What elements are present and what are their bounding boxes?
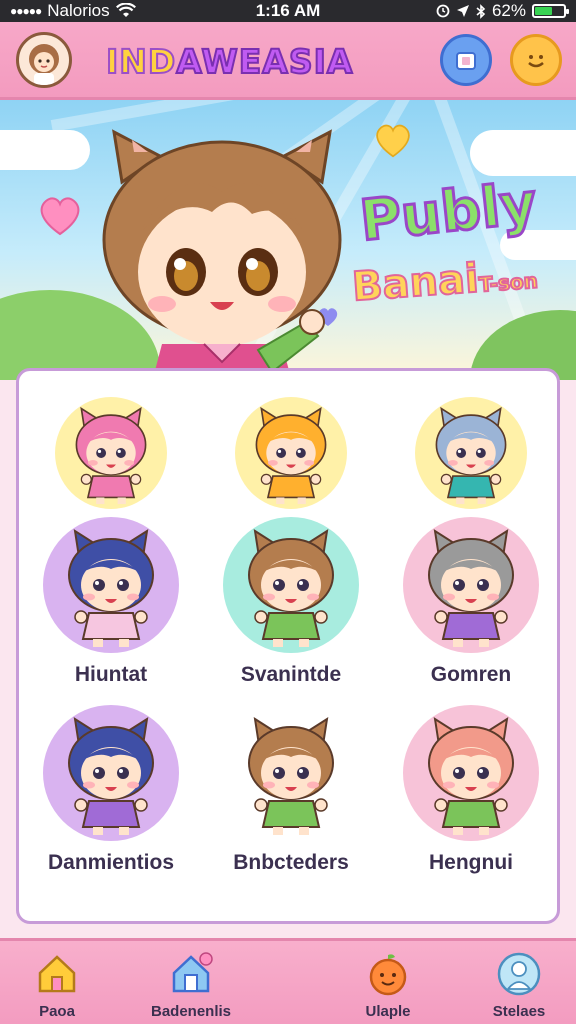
character-card[interactable]: Hiuntat: [21, 517, 201, 687]
character-grid: Hiuntat Svanintde Gomren Danmientios Bnbcted…: [16, 368, 560, 924]
cloud-decoration: [470, 130, 576, 176]
chibi-character-icon: [248, 716, 334, 835]
hero-banner: Publy BanaiT-son: [0, 100, 576, 380]
character-portrait: [415, 397, 527, 509]
character-card[interactable]: Hengnui: [381, 705, 561, 875]
character-portrait: [223, 517, 359, 653]
chibi-character-icon: [435, 406, 507, 505]
character-portrait: [235, 397, 347, 509]
location-icon: [456, 5, 469, 17]
character-name: Hengnui: [429, 851, 513, 874]
battery-percent: 62%: [491, 1, 526, 20]
character-name: Gomren: [430, 663, 512, 686]
home-icon: [38, 955, 76, 993]
app-header: INDAWEASIA: [0, 22, 576, 100]
character-name: Bnbcteders: [233, 851, 349, 874]
banner-title-line2-small: T-son: [477, 268, 539, 298]
house-badge-icon: [172, 952, 213, 993]
tab-badenenlis[interactable]: Badenenlis: [126, 951, 256, 1020]
wifi-icon: [115, 3, 136, 17]
character-card[interactable]: [381, 397, 561, 509]
emoji-button[interactable]: [510, 34, 562, 86]
character-portrait: [55, 397, 167, 509]
app-title: INDAWEASIA: [105, 41, 354, 82]
character-name: Danmientios: [47, 851, 175, 874]
character-card[interactable]: [201, 397, 381, 509]
character-name: Svanintde: [240, 663, 342, 686]
character-icon: [497, 952, 541, 996]
character-card[interactable]: [21, 397, 201, 509]
profile-avatar[interactable]: [16, 32, 72, 88]
fruit-face-icon: [369, 954, 407, 996]
character-portrait: [43, 517, 179, 653]
shop-button[interactable]: [440, 34, 492, 86]
character-card[interactable]: Danmientios: [21, 705, 201, 875]
tab-home-label: Paoa: [39, 1003, 75, 1020]
character-name: Hiuntat: [74, 663, 148, 686]
bottom-tab-bar: Paoa Badenenlis Ulaple Stelaes: [0, 938, 576, 1024]
app-title-part1: IND: [105, 41, 177, 82]
banner-title-line2-main: Banai: [350, 255, 482, 312]
character-card[interactable]: Bnbcteders: [201, 705, 381, 875]
carrier-name: Nalorios: [47, 1, 110, 20]
chibi-character-icon: [428, 716, 514, 835]
chibi-character-icon: [75, 406, 147, 505]
heart-icon: [40, 197, 80, 236]
status-time: 1:16 AM: [255, 1, 321, 20]
battery-level: [535, 7, 553, 15]
chibi-character-icon: [248, 528, 334, 647]
chibi-character-icon: [68, 528, 154, 647]
bluetooth-icon: [476, 3, 486, 19]
tab-stelaes-label: Stelaes: [492, 1003, 546, 1020]
signal-dots-icon: ●●●●●: [10, 4, 42, 18]
character-card[interactable]: Gomren: [381, 517, 561, 687]
tab-stelaes[interactable]: Stelaes: [454, 951, 576, 1020]
character-portrait: [403, 705, 539, 841]
mascot-character: [102, 129, 342, 380]
chibi-character-icon: [428, 528, 514, 647]
avatar-girl-icon: [29, 44, 59, 85]
clock-icon: [436, 4, 450, 18]
app-title-part2: AWEASIA: [175, 41, 354, 82]
character-portrait: [43, 705, 179, 841]
character-portrait: [223, 705, 359, 841]
character-portrait: [403, 517, 539, 653]
shop-bag-icon: [456, 52, 476, 70]
tab-ulaple-label: Ulaple: [365, 1003, 411, 1020]
character-card[interactable]: Svanintde: [201, 517, 381, 687]
smiley-face-icon: [528, 55, 544, 68]
tab-ulaple[interactable]: Ulaple: [323, 951, 453, 1020]
cloud-decoration: [0, 130, 90, 170]
tab-badenenlis-label: Badenenlis: [150, 1003, 232, 1020]
chibi-character-icon: [68, 716, 154, 835]
tab-home[interactable]: Paoa: [0, 951, 122, 1020]
chibi-character-icon: [255, 406, 327, 505]
status-bar: ●●●●● Nalorios 1:16 AM 62%: [0, 0, 576, 22]
heart-icon: [376, 124, 410, 158]
battery-icon: [532, 4, 569, 18]
